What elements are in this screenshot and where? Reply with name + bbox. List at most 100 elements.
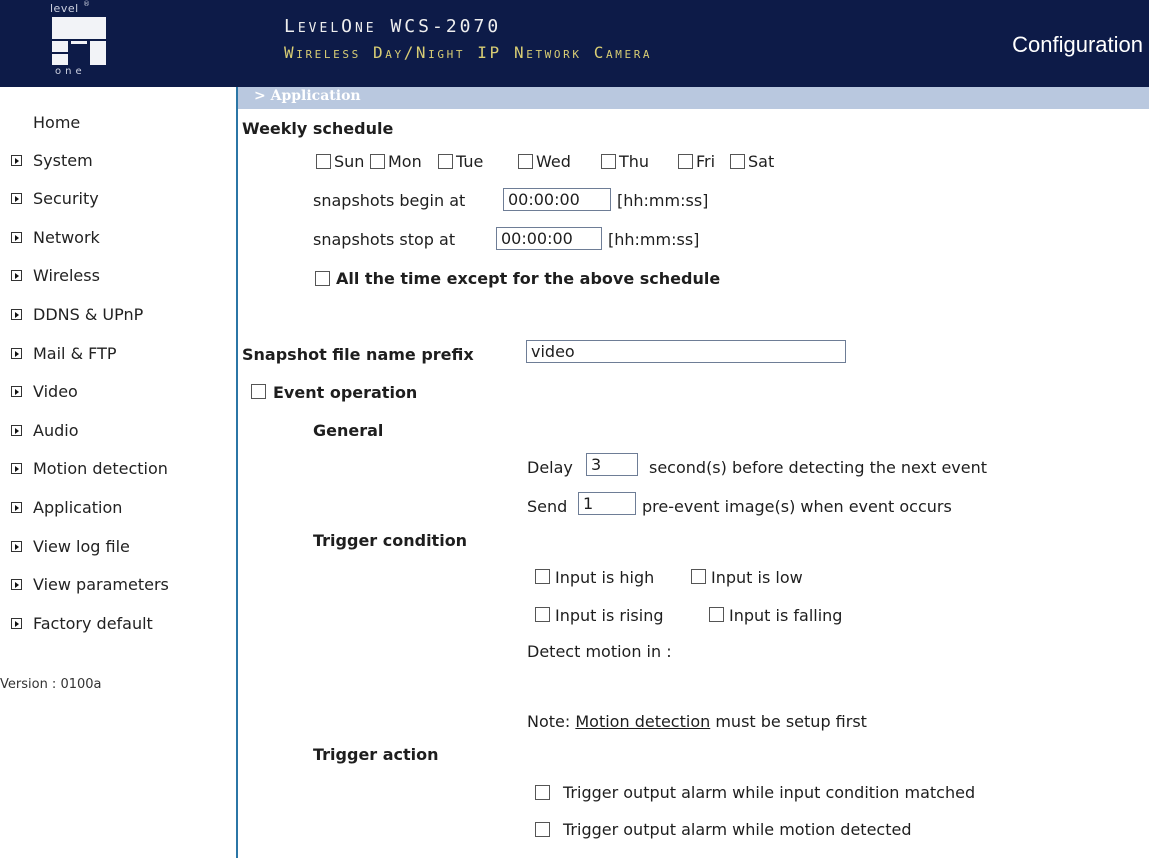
sidebar-item-mail-ftp[interactable]: Mail & FTP — [0, 342, 117, 364]
sidebar-item-label: View log file — [33, 536, 130, 556]
prefix-label: Snapshot file name prefix — [242, 345, 474, 364]
arrow-right-icon — [11, 424, 22, 436]
arrow-right-icon — [11, 540, 22, 552]
sidebar-item-network[interactable]: Network — [0, 226, 100, 248]
send-input[interactable]: 1 — [578, 492, 636, 515]
event-operation-label: Event operation — [273, 383, 418, 402]
header-banner: level ® one LevelOne WCS-2070 Wireless D… — [0, 0, 1149, 87]
product-brand: LevelOne WCS-2070 — [284, 16, 502, 37]
checkbox-thu[interactable] — [601, 154, 616, 169]
sidebar-item-security[interactable]: Security — [0, 187, 99, 209]
logo-grid-icon — [52, 17, 106, 65]
logo-text-level: level — [50, 2, 79, 15]
sidebar-item-label: View parameters — [33, 574, 169, 594]
sidebar-item-view-log-file[interactable]: View log file — [0, 535, 130, 557]
arrow-right-icon — [11, 617, 22, 629]
label-mon: Mon — [388, 152, 422, 171]
arrow-right-icon — [11, 231, 22, 243]
begin-time-input[interactable]: 00:00:00 — [503, 188, 611, 211]
checkbox-sat[interactable] — [730, 154, 745, 169]
label-sun: Sun — [334, 152, 365, 171]
sidebar-item-label: Wireless — [33, 265, 100, 285]
action-motion-label: Trigger output alarm while motion detect… — [563, 820, 912, 839]
sidebar-item-wireless[interactable]: Wireless — [0, 264, 100, 286]
general-heading: General — [313, 421, 384, 440]
arrow-right-icon — [11, 578, 22, 590]
input-high-label: Input is high — [555, 568, 655, 587]
checkbox-except-schedule[interactable] — [315, 271, 330, 286]
sidebar-item-label: Network — [33, 227, 100, 247]
trigger-action-heading: Trigger action — [313, 745, 439, 764]
begin-time-format: [hh:mm:ss] — [617, 191, 709, 210]
arrow-right-icon — [11, 308, 22, 320]
delay-input[interactable]: 3 — [586, 453, 638, 476]
sidebar-item-label: Application — [33, 497, 123, 517]
sidebar-item-label: Audio — [33, 420, 79, 440]
product-subtitle: Wireless Day/Night IP Network Camera — [284, 43, 653, 62]
sidebar-item-motion-detection[interactable]: Motion detection — [0, 457, 168, 479]
stop-time-input[interactable]: 00:00:00 — [496, 227, 602, 250]
sidebar-item-audio[interactable]: Audio — [0, 419, 78, 441]
sidebar-item-view-parameters[interactable]: View parameters — [0, 573, 169, 595]
input-low-label: Input is low — [711, 568, 803, 587]
arrow-right-icon — [11, 462, 22, 474]
prefix-input[interactable]: video — [526, 340, 846, 363]
note-prefix: Note: — [527, 712, 576, 731]
checkbox-input-high[interactable] — [535, 569, 550, 584]
label-wed: Wed — [536, 152, 571, 171]
stop-time-label: snapshots stop at — [313, 230, 456, 249]
sidebar-item-ddns-upnp[interactable]: DDNS & UPnP — [0, 303, 143, 325]
motion-note: Note: Motion detection must be setup fir… — [527, 712, 867, 731]
delay-label: Delay — [527, 458, 573, 477]
checkbox-sun[interactable] — [316, 154, 331, 169]
sidebar-item-home[interactable]: Home — [33, 113, 80, 132]
note-suffix: must be setup first — [710, 712, 867, 731]
label-thu: Thu — [619, 152, 650, 171]
checkbox-wed[interactable] — [518, 154, 533, 169]
send-suffix: pre-event image(s) when event occurs — [642, 497, 952, 516]
sidebar-item-label: System — [33, 150, 93, 170]
checkbox-tue[interactable] — [438, 154, 453, 169]
stop-time-format: [hh:mm:ss] — [608, 230, 700, 249]
weekly-schedule-heading: Weekly schedule — [242, 119, 394, 138]
sidebar-item-label: Mail & FTP — [33, 343, 117, 363]
sidebar: Home System Security Network Wireless DD… — [0, 87, 238, 858]
sidebar-item-label: Security — [33, 188, 99, 208]
arrow-right-icon — [11, 385, 22, 397]
checkbox-input-falling[interactable] — [709, 607, 724, 622]
detect-motion-label: Detect motion in : — [527, 642, 672, 661]
firmware-version: Version : 0100a — [0, 677, 102, 692]
label-sat: Sat — [748, 152, 775, 171]
label-tue: Tue — [456, 152, 484, 171]
sidebar-item-label: Video — [33, 381, 78, 401]
checkbox-action-input[interactable] — [535, 785, 550, 800]
trigger-condition-heading: Trigger condition — [313, 531, 468, 550]
begin-time-label: snapshots begin at — [313, 191, 466, 210]
sidebar-item-video[interactable]: Video — [0, 380, 78, 402]
logo-text-one: one — [55, 66, 86, 77]
arrow-right-icon — [11, 192, 22, 204]
checkbox-input-rising[interactable] — [535, 607, 550, 622]
levelone-logo: level ® one — [44, 0, 116, 84]
sidebar-item-application[interactable]: Application — [0, 496, 122, 518]
breadcrumb: > Application — [238, 87, 1149, 109]
page-title: Configuration — [1012, 32, 1143, 57]
sidebar-item-factory-default[interactable]: Factory default — [0, 612, 153, 634]
action-input-label: Trigger output alarm while input conditi… — [563, 783, 976, 802]
except-schedule-label: All the time except for the above schedu… — [336, 269, 721, 288]
arrow-right-icon — [11, 347, 22, 359]
checkbox-event-operation[interactable] — [251, 384, 266, 399]
checkbox-mon[interactable] — [370, 154, 385, 169]
arrow-right-icon — [11, 269, 22, 281]
checkbox-input-low[interactable] — [691, 569, 706, 584]
sidebar-item-system[interactable]: System — [0, 149, 93, 171]
motion-detection-link[interactable]: Motion detection — [575, 712, 710, 731]
logo-registered-mark: ® — [83, 0, 90, 8]
checkbox-fri[interactable] — [678, 154, 693, 169]
delay-suffix: second(s) before detecting the next even… — [649, 458, 988, 477]
sidebar-item-label: DDNS & UPnP — [33, 304, 144, 324]
send-label: Send — [527, 497, 568, 516]
breadcrumb-label: > Application — [254, 88, 361, 104]
checkbox-action-motion[interactable] — [535, 822, 550, 837]
sidebar-item-label: Factory default — [33, 613, 153, 633]
